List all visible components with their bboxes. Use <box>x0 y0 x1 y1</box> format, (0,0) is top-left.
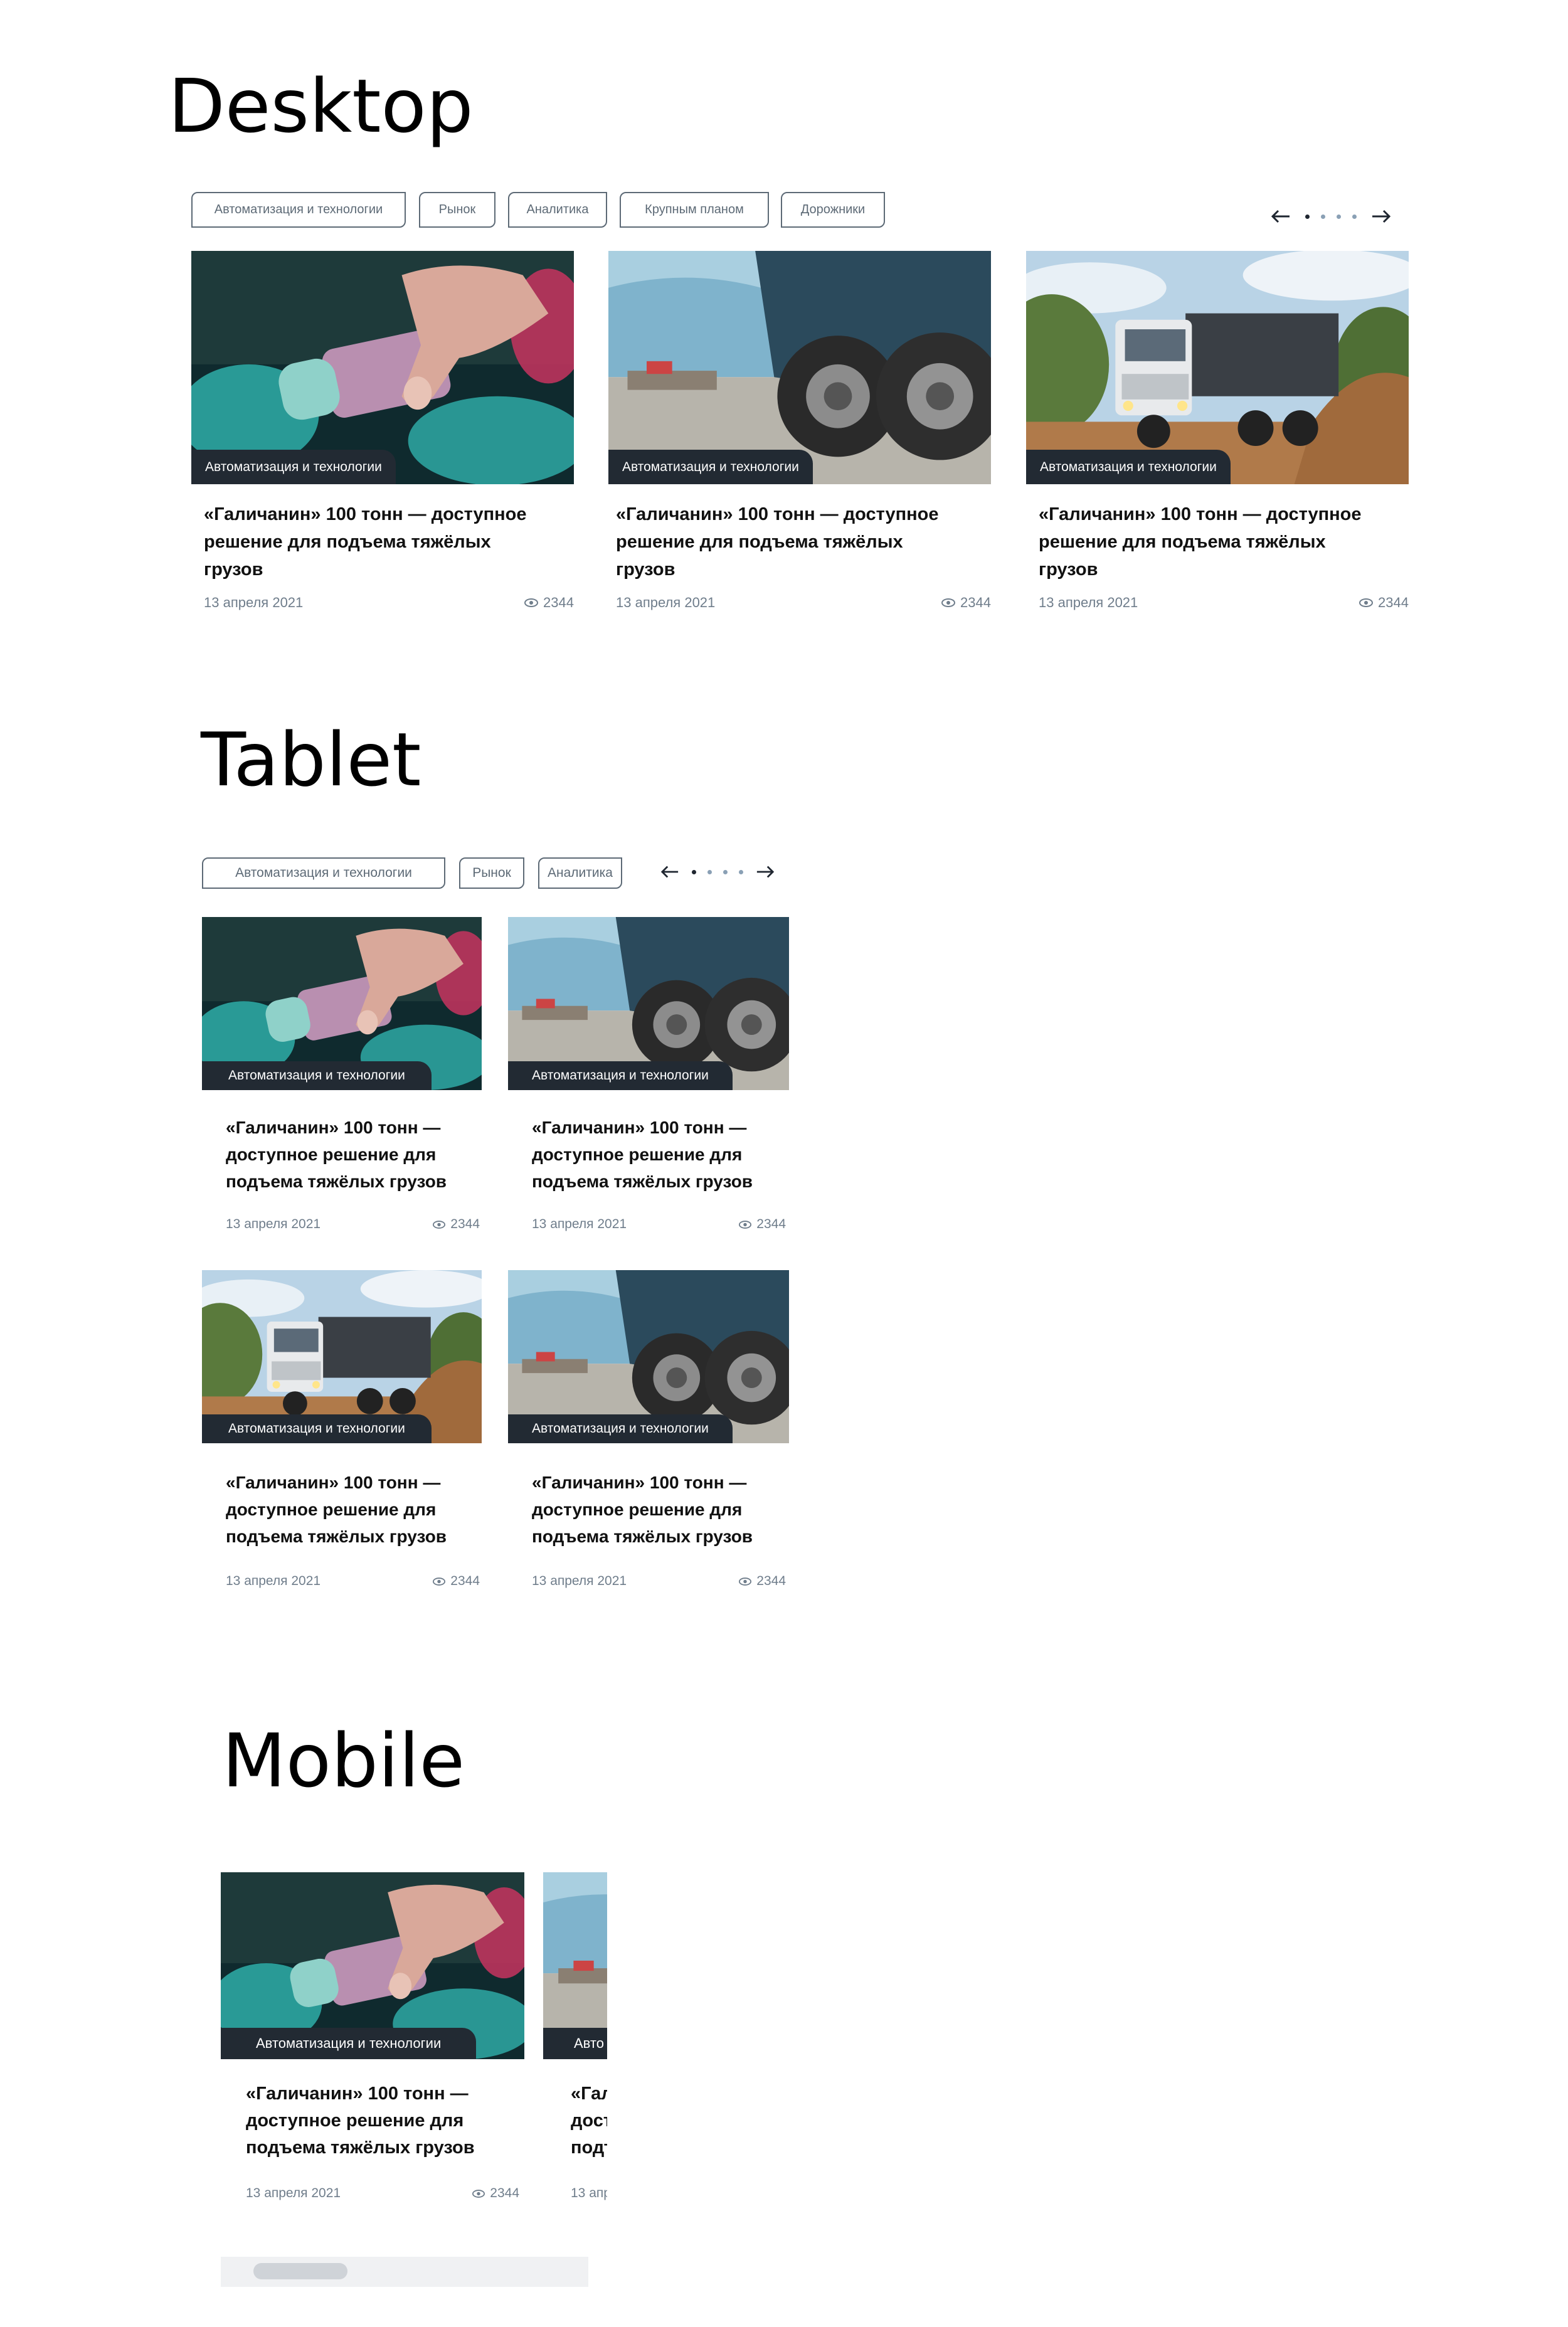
eye-icon <box>433 1577 446 1586</box>
card-date: 13 апреля 2021 <box>532 1574 627 1588</box>
card-title: «Галичанин» 100 тонн — доступное решение … <box>226 1473 447 1546</box>
card-photo: Автоматизация и технологии <box>191 251 574 484</box>
card-date: 13 апреля 2021 <box>532 1217 627 1231</box>
card-meta: 13 апреля 2021 2344 <box>1039 595 1409 611</box>
scrollbar-thumb[interactable] <box>253 2263 347 2279</box>
tag-road-workers[interactable]: Дорожники <box>781 192 885 228</box>
tag-analytics[interactable]: Аналитика <box>538 857 622 889</box>
arrow-right-icon[interactable] <box>754 862 776 881</box>
card-date: 13 апреля 2021 <box>226 1574 321 1588</box>
tag-analytics[interactable]: Аналитика <box>508 192 607 228</box>
tag-close-up[interactable]: Крупным планом <box>620 192 769 228</box>
card-meta: 13 апреля 2021 2344 <box>532 1217 786 1232</box>
category-badge: Автоматизация и технологии <box>191 450 396 484</box>
pager-dot[interactable] <box>1305 214 1310 219</box>
pager-dot[interactable] <box>1352 214 1357 219</box>
card-title: «Галичанин» 100 тонн — доступное решение … <box>204 504 527 580</box>
card-photo: Автоматизация и технологии <box>202 917 482 1090</box>
card-title: «Галдостподъ <box>571 2084 607 2158</box>
card-date: 13 апреля 2021 <box>616 595 716 610</box>
tag-automation[interactable]: Автоматизация и технологии <box>202 857 445 889</box>
card-meta: 13 апреля 2021 2344 <box>532 1574 786 1589</box>
card-title: «Галичанин» 100 тонн — доступное решение … <box>246 2084 475 2158</box>
arrow-left-icon[interactable] <box>1269 207 1292 226</box>
arrow-left-icon[interactable] <box>659 862 681 881</box>
pager-dot[interactable] <box>1321 214 1325 219</box>
category-badge: Автоматизация и технологии <box>202 1061 432 1090</box>
category-badge: Автоматизация и технологии <box>221 2028 477 2059</box>
horizontal-scrollbar[interactable] <box>221 2257 588 2287</box>
card-title: «Галичанин» 100 тонн — доступное решение … <box>532 1473 753 1546</box>
card-date: 13 апр <box>571 2186 607 2200</box>
card-meta: 13 апреля 2021 2344 <box>246 2186 519 2201</box>
card-views: 2344 <box>543 595 574 610</box>
section-title-desktop: Desktop <box>168 63 474 149</box>
card-views: 2344 <box>450 1574 480 1588</box>
category-badge: Автоматизация и технологии <box>1026 450 1231 484</box>
tag-automation[interactable]: Автоматизация и технологии <box>191 192 406 228</box>
card-meta: 13 апр <box>571 2186 607 2201</box>
eye-icon <box>524 598 539 607</box>
card-photo: Автоматизация и технологии <box>202 1270 482 1443</box>
card-title: «Галичанин» 100 тонн — доступное решение … <box>532 1118 753 1191</box>
tag-market[interactable]: Рынок <box>419 192 495 228</box>
card-title: «Галичанин» 100 тонн — доступное решение … <box>616 504 939 580</box>
card-meta: 13 апреля 2021 2344 <box>226 1217 480 1232</box>
category-badge: Автоматизация и технологии <box>508 1061 733 1090</box>
card-date: 13 апреля 2021 <box>1039 595 1138 610</box>
eye-icon <box>1359 598 1374 607</box>
pager-dot[interactable] <box>692 869 696 874</box>
eye-icon <box>433 1220 446 1229</box>
category-badge: Автоматизация и технологии <box>508 1414 733 1443</box>
carousel-pager <box>659 862 776 881</box>
card-meta: 13 апреля 2021 2344 <box>616 595 991 611</box>
card-photo: Автоматизация и технологии <box>508 1270 789 1443</box>
card-date: 13 апреля 2021 <box>246 2186 341 2200</box>
card-meta: 13 апреля 2021 2344 <box>226 1574 480 1589</box>
pager-dot[interactable] <box>1337 214 1341 219</box>
pager-dot[interactable] <box>723 869 728 874</box>
card-meta: 13 апреля 2021 2344 <box>204 595 574 611</box>
section-title-tablet: Tablet <box>201 716 421 803</box>
card-photo: Автоматизация и технологии <box>1026 251 1409 484</box>
card-views: 2344 <box>490 2186 519 2200</box>
news-card[interactable]: Автоматизация и технологии «Галичанин» 1… <box>508 917 789 1243</box>
category-badge: Автоматизация и технологии <box>202 1414 432 1443</box>
card-title: «Галичанин» 100 тонн — доступное решение … <box>226 1118 447 1191</box>
news-card[interactable]: Автоматизация и технологии «Галичанин» 1… <box>221 1872 524 2224</box>
card-views: 2344 <box>1378 595 1409 610</box>
news-card[interactable]: Автоматизация и технологии «Галичанин» 1… <box>1026 251 1410 627</box>
arrow-right-icon[interactable] <box>1370 207 1392 226</box>
card-photo: Автоматизация и технологии <box>608 251 991 484</box>
card-views: 2344 <box>756 1574 786 1588</box>
news-card[interactable]: Автоматизация и технологии «Галичанин» 1… <box>508 1270 789 1596</box>
eye-icon <box>739 1220 752 1229</box>
category-badge: Авто <box>543 2028 607 2059</box>
card-date: 13 апреля 2021 <box>204 595 304 610</box>
eye-icon <box>739 1577 752 1586</box>
news-card[interactable]: Автоматизация и технологии «Галичанин» 1… <box>202 1270 483 1596</box>
news-card[interactable]: Автоматизация и технологии «Галичанин» 1… <box>202 917 483 1243</box>
card-date: 13 апреля 2021 <box>226 1217 321 1231</box>
card-title: «Галичанин» 100 тонн — доступное решение … <box>1039 504 1362 580</box>
pager-dot[interactable] <box>739 869 743 874</box>
card-photo: Автоматизация и технологии <box>508 917 789 1090</box>
section-title-mobile: Mobile <box>222 1717 465 1804</box>
carousel-pager <box>1269 207 1392 226</box>
tag-market[interactable]: Рынок <box>459 857 524 889</box>
card-views: 2344 <box>960 595 991 610</box>
card-photo: Автоматизация и технологии <box>221 1872 524 2059</box>
card-views: 2344 <box>756 1217 786 1231</box>
card-photo: Авто <box>543 1872 607 2059</box>
eye-icon <box>472 2189 485 2198</box>
news-card-peek[interactable]: Авто «Галдостподъ 13 апр <box>543 1872 607 2224</box>
news-card[interactable]: Автоматизация и технологии «Галичанин» 1… <box>191 251 575 627</box>
pager-dot[interactable] <box>707 869 712 874</box>
eye-icon <box>941 598 956 607</box>
news-card[interactable]: Автоматизация и технологии «Галичанин» 1… <box>608 251 992 627</box>
category-badge: Автоматизация и технологии <box>608 450 813 484</box>
card-views: 2344 <box>450 1217 480 1231</box>
